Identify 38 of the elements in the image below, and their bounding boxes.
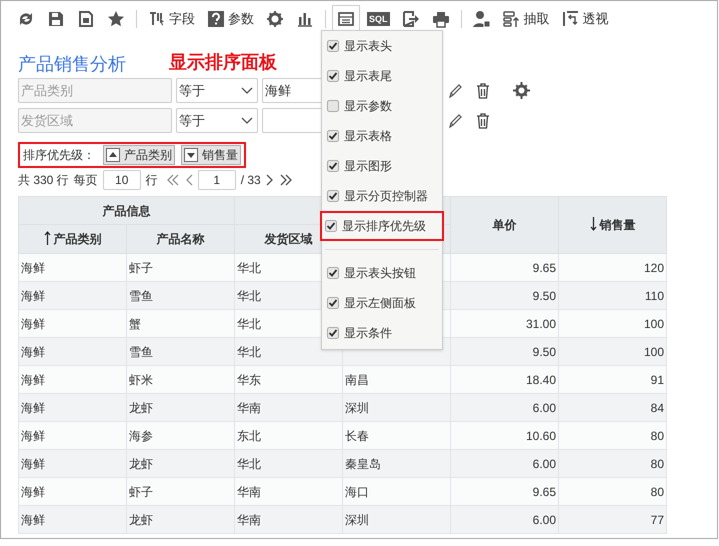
column-header[interactable]: 单价 bbox=[450, 196, 558, 254]
sort-item-button[interactable]: 销售量 bbox=[181, 145, 241, 165]
column-header[interactable]: 产品类别 bbox=[18, 224, 126, 254]
rows-label: 行 bbox=[146, 172, 158, 189]
table-cell: 77 bbox=[558, 506, 666, 534]
menu-item[interactable]: 显示表头 bbox=[322, 31, 442, 61]
per-page-label: 每页 bbox=[74, 172, 98, 189]
page-count-text: / 33 bbox=[240, 172, 261, 189]
header-group-cell: 产品信息 bbox=[18, 196, 234, 224]
column-header[interactable]: 销售量 bbox=[558, 196, 666, 254]
toolbar-button[interactable]: 参数 bbox=[202, 5, 259, 33]
menu-item[interactable]: 显示参数 bbox=[322, 91, 442, 121]
table-cell: 深圳 bbox=[342, 506, 450, 534]
toolbar-button[interactable]: 抽取 bbox=[498, 5, 555, 33]
page-number-input[interactable]: 1 bbox=[198, 170, 236, 190]
table-cell: 龙虾 bbox=[126, 506, 234, 534]
report-title: 产品销售分析 bbox=[18, 53, 126, 75]
column-header[interactable]: 产品名称 bbox=[126, 224, 234, 254]
sort-priority-label: 排序优先级： bbox=[23, 147, 95, 164]
menu-item[interactable]: 显示表格 bbox=[322, 121, 442, 151]
menu-item[interactable]: 显示表尾 bbox=[322, 61, 442, 91]
toolbar-button[interactable]: 字段 bbox=[143, 5, 200, 33]
menu-item[interactable]: 显示图形 bbox=[322, 151, 442, 181]
total-rows-text: 共 330 行 bbox=[18, 172, 69, 189]
table-cell: 海鲜 bbox=[18, 506, 126, 534]
operator-select[interactable]: 等于 bbox=[176, 78, 258, 103]
field-name-box: 发货区域 bbox=[18, 108, 172, 133]
toolbar-button[interactable]: SQL bbox=[362, 5, 395, 33]
table-cell: 6.00 bbox=[450, 506, 558, 534]
annotation-text: 显示排序面板 bbox=[169, 51, 277, 74]
operator-select[interactable]: 等于 bbox=[176, 108, 258, 133]
toolbar-button[interactable]: 透视 bbox=[556, 5, 614, 33]
page-size-input[interactable]: 10 bbox=[102, 170, 141, 190]
field-name-box: 产品类别 bbox=[18, 78, 172, 103]
menu-item[interactable]: 显示排序优先级 bbox=[320, 211, 444, 241]
menu-item[interactable]: 显示分页控制器 bbox=[322, 181, 442, 211]
sort-item-button[interactable]: 产品类别 bbox=[103, 145, 175, 165]
table-cell: 华南 bbox=[234, 506, 342, 534]
